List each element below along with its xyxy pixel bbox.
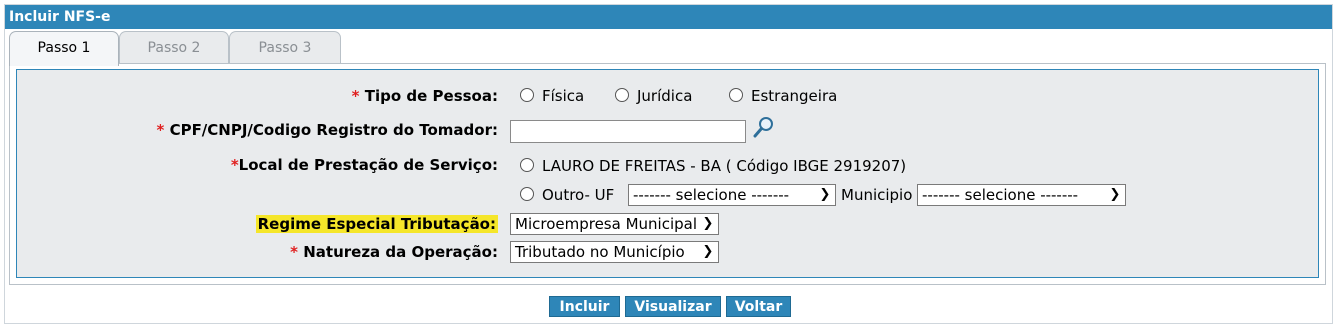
radio-estrangeira[interactable]: Estrangeira (729, 85, 837, 107)
radio-local-lauro[interactable]: LAURO DE FREITAS - BA ( Código IBGE 2919… (520, 155, 906, 177)
radio-circle[interactable] (520, 187, 534, 201)
radio-circle[interactable] (729, 88, 743, 102)
cpf-cnpj-label: * CPF/CNPJ/Codigo Registro do Tomador: (156, 121, 498, 139)
required-mark: * (351, 87, 360, 105)
local-prestacao-label: *Local de Prestação de Serviço: (230, 156, 498, 174)
regime-label: Regime Especial Tributação: (255, 215, 498, 233)
form-panel: * Tipo de Pessoa: Física Jurídica Estran… (9, 63, 1326, 285)
natureza-select[interactable]: Tributado no Município ❯ (510, 241, 719, 263)
radio-circle[interactable] (615, 88, 629, 102)
tipo-pessoa-label: * Tipo de Pessoa: (351, 87, 498, 105)
form-panel-inner: * Tipo de Pessoa: Física Jurídica Estran… (16, 69, 1319, 278)
chevron-down-icon: ❯ (1107, 185, 1123, 205)
radio-juridica[interactable]: Jurídica (615, 85, 692, 107)
tab-passo-1[interactable]: Passo 1 (9, 31, 119, 66)
incluir-button[interactable]: Incluir (549, 296, 620, 317)
tab-passo-2[interactable]: Passo 2 (119, 31, 229, 64)
radio-fisica[interactable]: Física (520, 85, 584, 107)
radio-circle[interactable] (520, 158, 534, 172)
magnifier-icon[interactable] (752, 115, 776, 139)
cpf-cnpj-input[interactable] (510, 120, 746, 143)
natureza-label: * Natureza da Operação: (290, 243, 498, 261)
visualizar-button[interactable]: Visualizar (625, 296, 721, 317)
tab-passo-3[interactable]: Passo 3 (229, 31, 341, 64)
voltar-button[interactable]: Voltar (726, 296, 791, 317)
municipio-select[interactable]: ------- selecione ------- ❯ (917, 184, 1126, 206)
uf-select[interactable]: ------- selecione ------- ❯ (628, 184, 836, 206)
radio-local-outro[interactable]: Outro- UF (520, 184, 614, 206)
regime-select[interactable]: Microempresa Municipal ❯ (510, 213, 719, 235)
window-title: Incluir NFS-e (5, 5, 1332, 29)
chevron-down-icon: ❯ (700, 214, 716, 234)
radio-circle[interactable] (520, 88, 534, 102)
chevron-down-icon: ❯ (817, 185, 833, 205)
chevron-down-icon: ❯ (700, 242, 716, 262)
municipio-label: Municipio (841, 186, 913, 204)
